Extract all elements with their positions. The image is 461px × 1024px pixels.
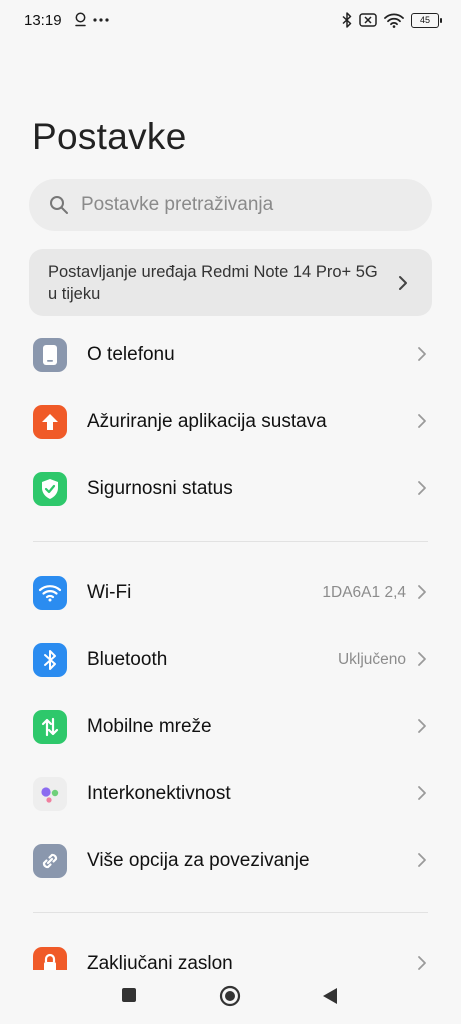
settings-item-label: O telefonu <box>87 344 175 365</box>
settings-item-interconnectivity[interactable]: Interkonektivnost <box>0 765 461 825</box>
settings-item-more-connectivity[interactable]: Više opcija za povezivanje <box>0 832 461 892</box>
wifi-network-name: 1DA6A1 2,4 <box>322 584 406 601</box>
settings-item-label: Ažuriranje aplikacija sustava <box>87 411 327 432</box>
battery-level: 45 <box>419 14 430 25</box>
section-divider <box>33 541 428 542</box>
home-button[interactable] <box>219 985 241 1007</box>
status-time: 13:19 <box>24 12 62 29</box>
bluetooth-icon <box>342 12 352 28</box>
settings-item-security-status[interactable]: Sigurnosni status <box>0 460 461 520</box>
more-icon <box>93 17 109 22</box>
settings-item-mobile-networks[interactable]: Mobilne mreže <box>0 698 461 758</box>
settings-item-label: Mobilne mreže <box>87 716 212 737</box>
bluetooth-status: Uključeno <box>337 651 406 668</box>
settings-item-wifi[interactable]: Wi-Fi 1DA6A1 2,4 <box>0 564 461 624</box>
chevron-right-icon <box>418 347 426 361</box>
battery-icon: 45 <box>411 12 442 28</box>
settings-item-about-phone[interactable]: O telefonu <box>0 326 461 386</box>
link-icon <box>33 844 67 878</box>
status-bar: 13:19 45 <box>0 0 461 44</box>
section-divider <box>33 912 428 913</box>
chevron-right-icon <box>418 414 426 428</box>
chevron-right-icon <box>418 719 426 733</box>
phone-icon <box>33 338 67 372</box>
chevron-right-icon <box>418 652 426 666</box>
settings-item-label: Interkonektivnost <box>87 783 231 804</box>
page-title: Postavke <box>32 116 187 157</box>
settings-item-label: Wi-Fi <box>87 582 132 603</box>
shield-check-icon <box>33 472 67 506</box>
interconnect-dots-icon <box>33 777 67 811</box>
setup-progress-card[interactable]: Postavljanje uređaja Redmi Note 14 Pro+ … <box>29 249 432 316</box>
location-icon <box>75 12 86 27</box>
search-placeholder: Postavke pretraživanja <box>81 194 274 215</box>
search-input[interactable]: Postavke pretraživanja <box>29 179 432 231</box>
recents-button[interactable] <box>121 987 137 1003</box>
chevron-right-icon <box>418 853 426 867</box>
chevron-right-icon <box>399 276 407 290</box>
chevron-right-icon <box>418 956 426 970</box>
settings-item-label: Bluetooth <box>87 649 168 670</box>
navigation-bar <box>0 970 461 1024</box>
mobile-data-icon <box>33 710 67 744</box>
chevron-right-icon <box>418 481 426 495</box>
chevron-right-icon <box>418 786 426 800</box>
settings-item-system-app-updates[interactable]: Ažuriranje aplikacija sustava <box>0 393 461 453</box>
wifi-icon <box>384 13 404 28</box>
no-sim-icon <box>359 13 377 27</box>
chevron-right-icon <box>418 585 426 599</box>
settings-item-label: Sigurnosni status <box>87 478 233 499</box>
setup-progress-text: Postavljanje uređaja Redmi Note 14 Pro+ … <box>48 263 378 303</box>
wifi-icon <box>33 576 67 610</box>
bluetooth-icon <box>33 643 67 677</box>
settings-item-bluetooth[interactable]: Bluetooth Uključeno <box>0 631 461 691</box>
update-arrow-icon <box>33 405 67 439</box>
settings-item-label: Više opcija za povezivanje <box>87 850 310 871</box>
back-button[interactable] <box>322 987 338 1005</box>
search-icon <box>50 196 68 214</box>
